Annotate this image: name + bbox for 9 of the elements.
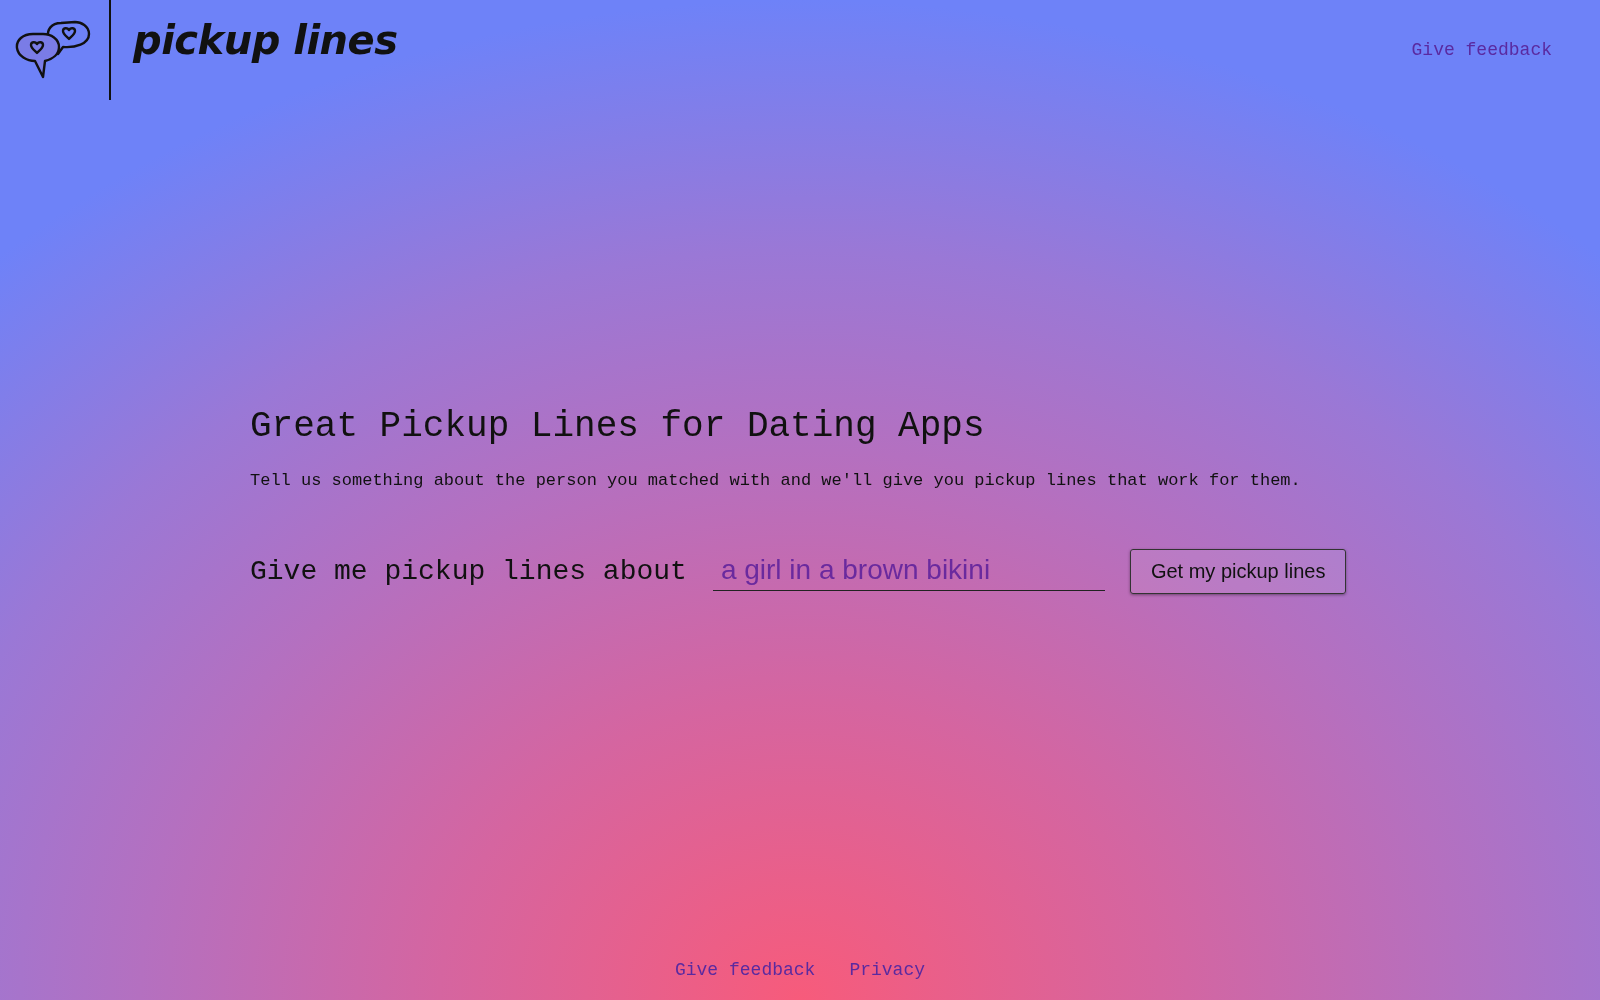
give-feedback-link[interactable]: Give feedback xyxy=(1411,40,1552,60)
page-heading: Great Pickup Lines for Dating Apps xyxy=(250,406,986,447)
footer-link[interactable]: Privacy xyxy=(849,960,926,980)
site-logo-text[interactable]: pickup lines xyxy=(133,17,398,63)
prompt-label: Give me pickup lines about xyxy=(250,556,687,587)
topic-input-field[interactable]: a girl in a brown bikini xyxy=(712,552,1105,591)
get-pickup-lines-button[interactable]: Get my pickup lines xyxy=(1129,549,1347,594)
footer-link[interactable]: Give feedback xyxy=(674,960,816,980)
page-description: Tell us something about the person you matched with and we'll give you pickup lines that work for them. xyxy=(250,471,1302,491)
